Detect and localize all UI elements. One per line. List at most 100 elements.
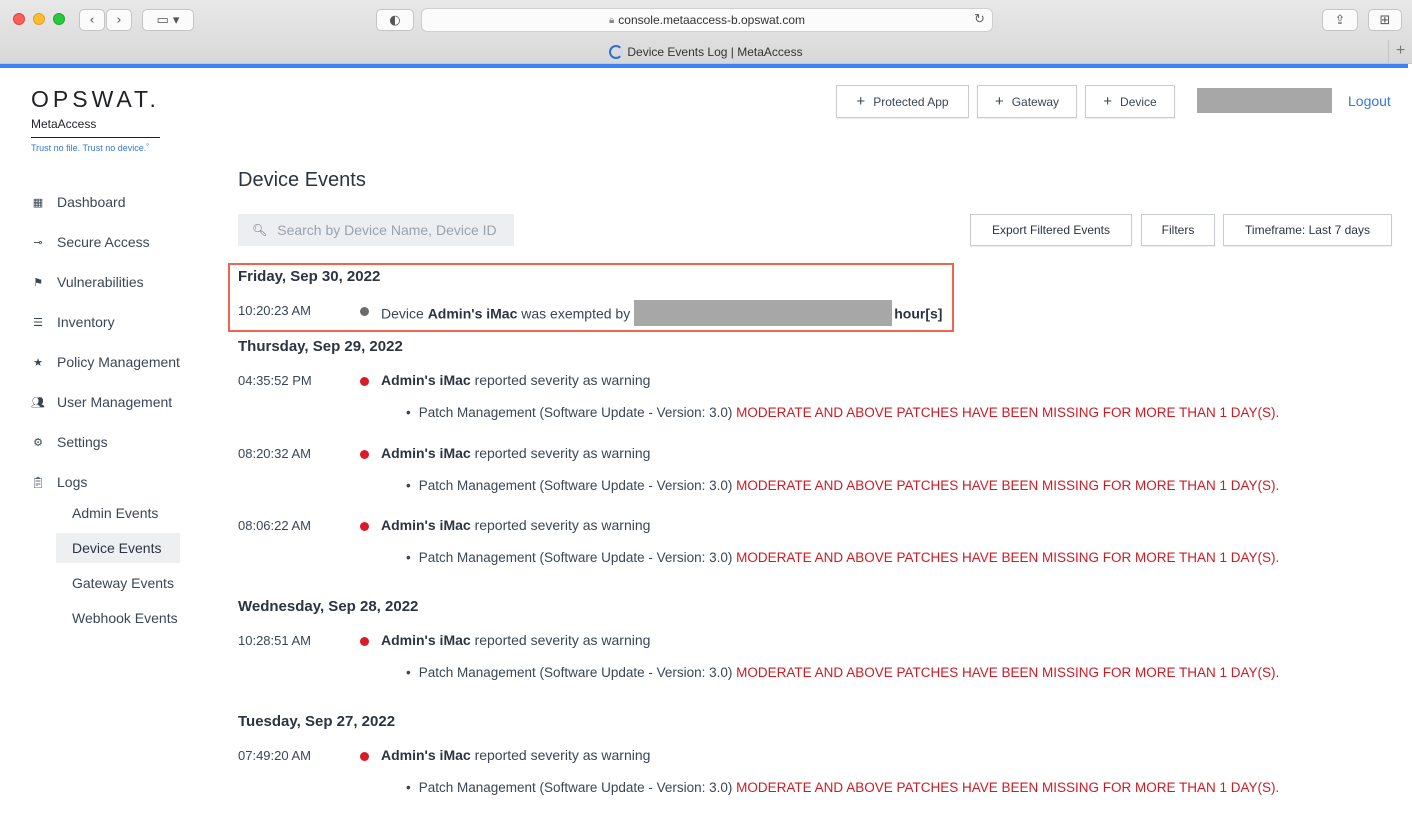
sidebar-item-label: Vulnerabilities [57, 274, 144, 290]
tagline: Trust no file. Trust no device.˚ [31, 143, 150, 153]
page-load-progress [0, 64, 1408, 68]
sidebar-item-policy-management[interactable]: ★ Policy Management [31, 342, 201, 382]
filters-button[interactable]: Filters [1141, 214, 1215, 246]
minimize-window-button[interactable] [33, 13, 45, 25]
new-tab-icon[interactable]: + [1388, 40, 1412, 63]
sidebar-item-label: Secure Access [57, 234, 150, 250]
status-dot-icon [360, 377, 369, 386]
sidebar-item-user-management[interactable]: 👥︎ User Management [31, 382, 201, 422]
add-device-button[interactable]: + Device [1085, 85, 1175, 118]
day-header: Wednesday, Sep 28, 2022 [238, 598, 419, 615]
address-bar[interactable]: 🔒︎ console.metaaccess-b.opswat.com ↻ [421, 8, 993, 32]
users-icon: 👥︎ [31, 395, 45, 409]
sidebar-subitem-device-events[interactable]: Device Events [56, 533, 180, 563]
device-name[interactable]: Admin's iMac [428, 306, 518, 322]
status-dot-icon [360, 522, 369, 531]
event-time: 04:35:52 PM [238, 373, 312, 388]
event-detail: • Patch Management (Software Update - Ver… [406, 478, 1280, 493]
brand-logo[interactable]: OPSWAT. MetaAccess Trust no file. Trust … [31, 88, 161, 153]
device-name[interactable]: Admin's iMac [381, 747, 471, 763]
close-window-button[interactable] [13, 13, 25, 25]
sidebar-item-logs[interactable]: 📋︎ Logs [31, 462, 201, 502]
star-icon: ★ [33, 355, 43, 369]
day-header: Friday, Sep 30, 2022 [238, 268, 381, 285]
event-message: Admin's iMac reported severity as warnin… [381, 445, 651, 461]
tab-title: Device Events Log | MetaAccess [627, 45, 803, 59]
device-name[interactable]: Admin's iMac [381, 445, 471, 461]
sidebar-nav: ▦ Dashboard ⊸ Secure Access ⚑ Vulnerabil… [31, 182, 201, 502]
page-title: Device Events [238, 169, 366, 191]
event-time: 07:49:20 AM [238, 748, 311, 763]
loading-spinner-icon [609, 45, 624, 59]
warning-text: MODERATE AND ABOVE PATCHES HAVE BEEN MIS… [736, 665, 1280, 680]
event-time: 08:06:22 AM [238, 518, 311, 533]
status-dot-icon [360, 307, 369, 316]
event-time: 10:28:51 AM [238, 633, 311, 648]
sidebar-subitem-webhook-events[interactable]: Webhook Events [56, 603, 180, 633]
gear-icon: ⚙ [33, 435, 43, 449]
grid-icon: ▦ [32, 195, 44, 209]
zoom-window-button[interactable] [53, 13, 65, 25]
add-protected-app-button[interactable]: + Protected App [836, 85, 969, 118]
sidebar-subitem-gateway-events[interactable]: Gateway Events [56, 568, 180, 598]
event-detail: • Patch Management (Software Update - Ver… [406, 780, 1280, 795]
event-time: 10:20:23 AM [238, 303, 311, 318]
key-icon: ⊸ [33, 235, 43, 249]
warning-text: MODERATE AND ABOVE PATCHES HAVE BEEN MIS… [736, 405, 1280, 420]
event-message: Admin's iMac reported severity as warnin… [381, 747, 651, 763]
sidebar-item-label: Inventory [57, 314, 115, 330]
opswat-logo: OPSWAT. [31, 86, 160, 112]
sidebar-item-label: User Management [57, 394, 173, 410]
plus-icon: + [994, 93, 1004, 110]
sidebar-toggle-icon[interactable]: ▭ ▾ [142, 9, 194, 31]
event-message: Device Admin's iMac was exempted by hour[… [381, 300, 942, 328]
redacted-admin-name [634, 300, 893, 326]
sidebar-item-label: Logs [57, 474, 88, 490]
sidebar-item-secure-access[interactable]: ⊸ Secure Access [31, 222, 201, 262]
day-header: Thursday, Sep 29, 2022 [238, 338, 403, 355]
timeframe-button[interactable]: Timeframe: Last 7 days [1223, 214, 1392, 246]
sidebar-item-settings[interactable]: ⚙ Settings [31, 422, 201, 462]
product-name: MetaAccess [31, 117, 160, 138]
list-icon: ☰ [33, 315, 43, 329]
plus-icon: + [856, 93, 866, 110]
event-detail: • Patch Management (Software Update - Ver… [406, 550, 1280, 565]
sidebar-item-vulnerabilities[interactable]: ⚑ Vulnerabilities [31, 262, 201, 302]
sidebar-item-inventory[interactable]: ☰ Inventory [31, 302, 201, 342]
back-icon[interactable]: ‹ [79, 9, 105, 31]
event-message: Admin's iMac reported severity as warnin… [381, 517, 651, 533]
url-text: console.metaaccess-b.opswat.com [618, 13, 806, 27]
event-time: 08:20:32 AM [238, 446, 311, 461]
day-header: Tuesday, Sep 27, 2022 [238, 713, 396, 730]
warning-text: MODERATE AND ABOVE PATCHES HAVE BEEN MIS… [736, 780, 1280, 795]
event-detail: • Patch Management (Software Update - Ver… [406, 405, 1280, 420]
device-name[interactable]: Admin's iMac [381, 517, 471, 533]
device-name[interactable]: Admin's iMac [381, 372, 471, 388]
clipboard-icon: 📋︎ [31, 475, 45, 489]
search-icon: 🔍︎ [252, 223, 268, 237]
event-message: Admin's iMac reported severity as warnin… [381, 372, 651, 388]
flag-icon: ⚑ [33, 275, 43, 289]
share-icon[interactable]: ⇪ [1322, 9, 1358, 31]
forward-icon[interactable]: › [106, 9, 132, 31]
status-dot-icon [360, 637, 369, 646]
privacy-shield-icon[interactable]: ◐ [376, 9, 414, 31]
tab-active[interactable]: Device Events Log | MetaAccess [0, 40, 1412, 64]
lock-icon: 🔒︎ [608, 14, 615, 26]
event-detail: • Patch Management (Software Update - Ver… [406, 665, 1280, 680]
device-name[interactable]: Admin's iMac [381, 632, 471, 648]
status-dot-icon [360, 450, 369, 459]
export-filtered-events-button[interactable]: Export Filtered Events [970, 214, 1132, 246]
reload-icon[interactable]: ↻ [974, 12, 985, 27]
warning-text: MODERATE AND ABOVE PATCHES HAVE BEEN MIS… [736, 550, 1280, 565]
plus-icon: + [1103, 93, 1113, 110]
sidebar-item-label: Settings [57, 434, 108, 450]
sidebar-item-label: Policy Management [57, 354, 180, 370]
sidebar-subitem-admin-events[interactable]: Admin Events [56, 498, 180, 528]
add-gateway-button[interactable]: + Gateway [977, 85, 1077, 118]
tab-overview-icon[interactable]: ⊞ [1368, 9, 1402, 31]
search-input[interactable]: 🔍︎ Search by Device Name, Device ID [238, 214, 514, 246]
logout-link[interactable]: Logout [1348, 93, 1391, 109]
event-message: Admin's iMac reported severity as warnin… [381, 632, 651, 648]
sidebar-item-dashboard[interactable]: ▦ Dashboard [31, 182, 201, 222]
